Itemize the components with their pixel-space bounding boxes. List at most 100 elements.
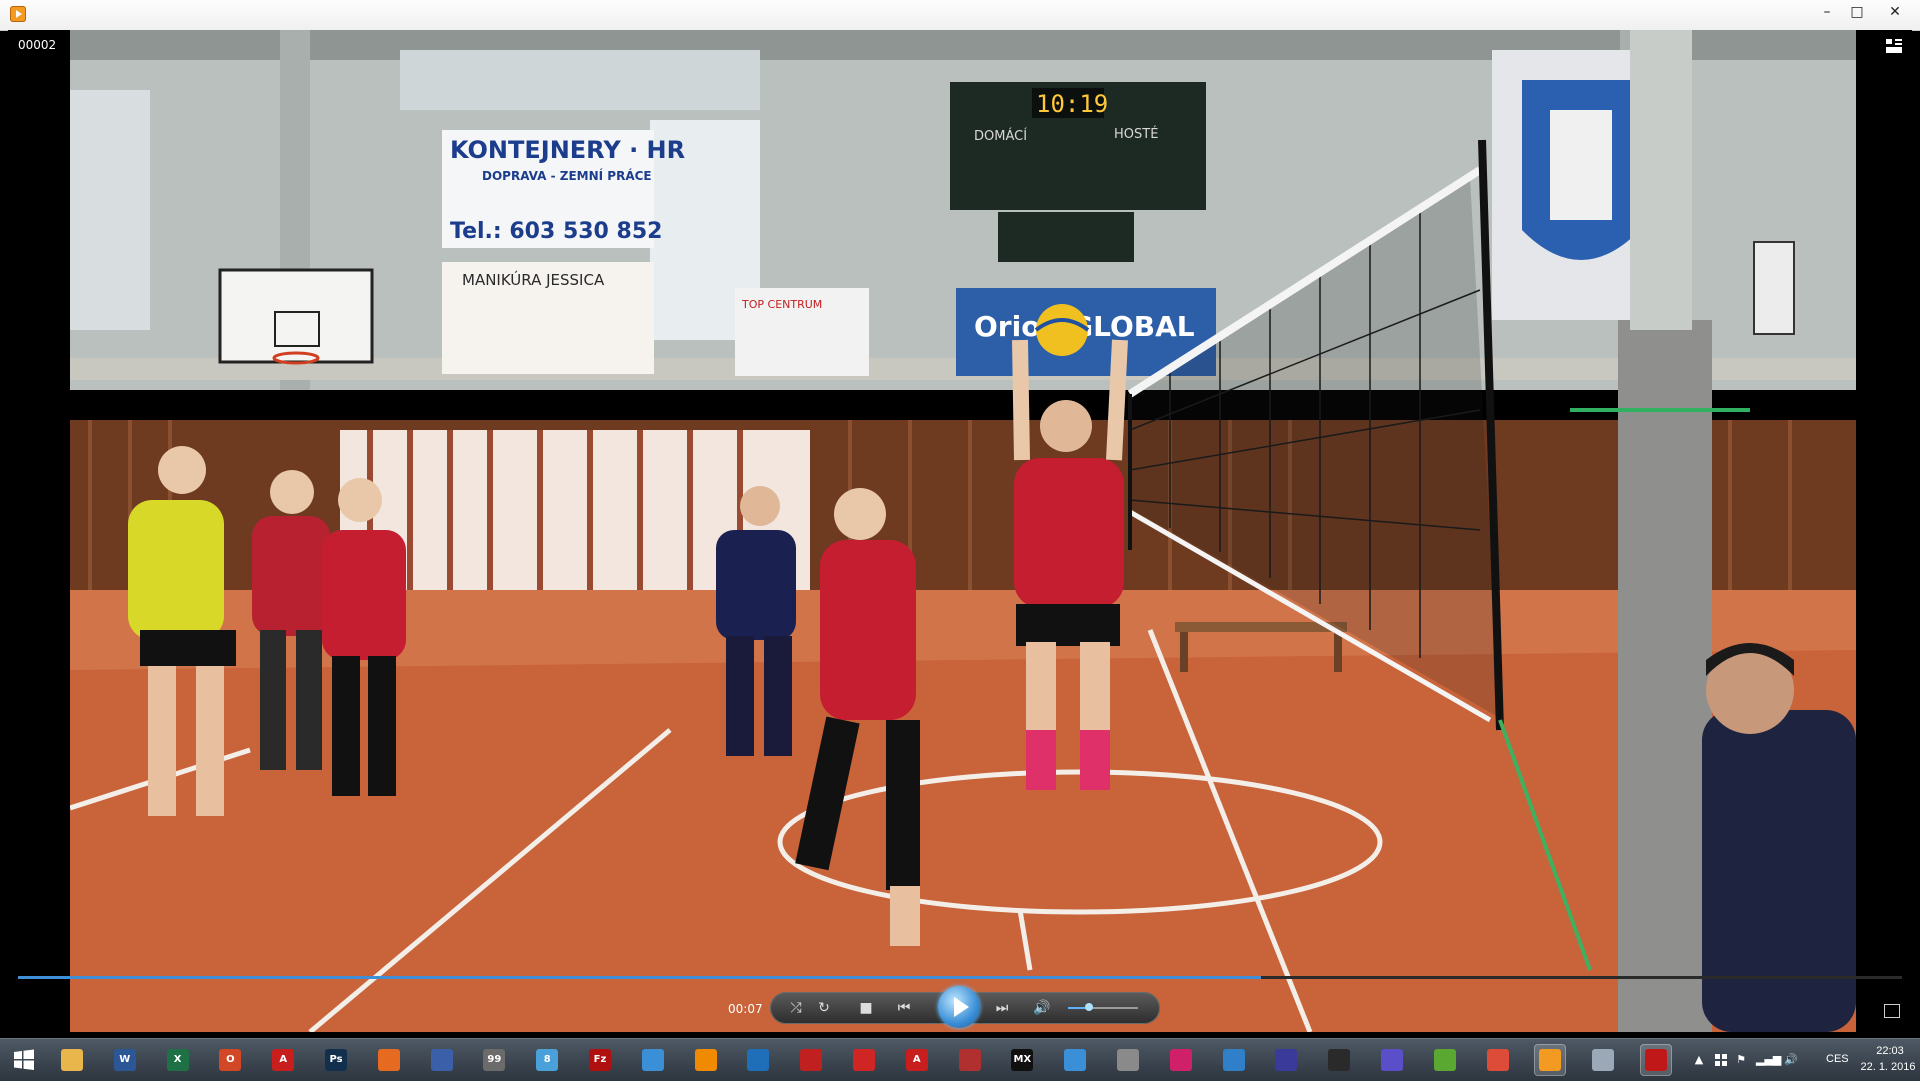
taskbar-paint-app-button[interactable] [1587,1044,1619,1076]
volume-slider-thumb[interactable] [1085,1003,1093,1011]
clock-date[interactable]: 22. 1. 2016 [1858,1061,1918,1073]
chrome-icon [1486,1049,1509,1071]
taskbar-acrobat-2-button[interactable]: A [901,1044,933,1076]
tray-windows-icon[interactable] [1714,1053,1728,1067]
shuffle-button[interactable]: ⤮ [786,998,806,1018]
capture-app-icon [1064,1049,1087,1071]
volleyball [1036,304,1088,356]
taskbar-office-app-button[interactable]: O [214,1044,246,1076]
control-bar: ⤮ ↻ ■ ⏮ ⏭ 🔊 [770,986,1160,1028]
taskbar-photoshop-button[interactable]: Ps [320,1044,352,1076]
taskbar-puzzle-app-button[interactable] [1323,1044,1355,1076]
tray-flag-icon[interactable]: ⚑ [1734,1053,1748,1067]
repeat-button[interactable]: ↻ [814,998,834,1018]
video-player[interactable]: KONTEJNERY · HR DOPRAVA - ZEMNÍ PRÁCE Te… [8,30,1912,1032]
taskbar-satellite-app-button[interactable] [1112,1044,1144,1076]
next-button[interactable]: ⏭ [992,998,1012,1018]
taskbar-firefox-button[interactable] [373,1044,405,1076]
taskbar-pdf-app-button[interactable] [1640,1044,1672,1076]
volume-icon[interactable]: 🔊 [1032,998,1052,1018]
taskbar-globe-app-button[interactable] [637,1044,669,1076]
taskbar-utorrent-button[interactable] [1429,1044,1461,1076]
globe-app-2-icon [1222,1049,1245,1071]
taskbar-mx-app-button[interactable]: MX [1006,1044,1038,1076]
taskbar-capture-app-button[interactable] [1059,1044,1091,1076]
taskbar-total-commander-button[interactable]: 99 [478,1044,510,1076]
scoreboard-time: 10:19 [1036,90,1108,118]
banner-manikura: MANIKÚRA JESSICA [462,270,605,289]
acrobat-icon: A [272,1049,295,1071]
taskbar-media-player-button[interactable] [1534,1044,1567,1076]
banner-phone: Tel.: 603 530 852 [450,219,662,244]
tv-app-icon [958,1049,981,1071]
vlc-icon [694,1049,717,1071]
volume-slider[interactable] [1068,1003,1138,1011]
total-commander-icon: 99 [483,1049,506,1071]
seek-bar[interactable] [18,976,1902,979]
banner-doprava: DOPRAVA - ZEMNÍ PRÁCE [482,168,652,183]
teamviewer-icon [747,1049,770,1071]
media-player-app-icon[interactable] [10,6,26,22]
taskbar: W X O A Ps 99 8 Fz A MX ▲ ⚑ ▂▄▆ 🔊 CES 22:03 22. 1… [0,1038,1920,1081]
tray-volume-icon[interactable]: 🔊 [1784,1053,1798,1067]
winamp-icon [1275,1049,1298,1071]
layout-toggle-icon[interactable] [1886,38,1902,54]
taskbar-globe-app-2-button[interactable] [1218,1044,1250,1076]
banner-top-centrum: TOP CENTRUM [741,298,822,311]
windows-logo-icon [14,1049,34,1070]
tray-chevron-icon[interactable]: ▲ [1692,1053,1706,1067]
system-tray: ▲ ⚑ ▂▄▆ 🔊 CES 22:03 22. 1. 2016 [1684,1039,1920,1081]
satellite-app-icon [1117,1049,1139,1071]
volleyball-app-2-icon [853,1049,875,1071]
seek-bar-fill [18,976,1262,979]
taskbar-save-app-button[interactable] [426,1044,458,1076]
paint-app-icon [1592,1049,1615,1071]
stop-button[interactable]: ■ [856,998,876,1018]
banner-kontejnery: KONTEJNERY · HR [450,136,685,164]
elapsed-time: 00:07 [728,1002,763,1016]
maximize-button[interactable]: □ [1840,0,1874,26]
word-icon: W [113,1049,136,1071]
previous-button[interactable]: ⏮ [894,998,914,1018]
taskbar-teamviewer-button[interactable] [742,1044,774,1076]
photoshop-icon: Ps [325,1049,347,1071]
taskbar-file-explorer-button[interactable] [56,1044,88,1076]
taskbar-winamp-button[interactable] [1270,1044,1302,1076]
input-language[interactable]: CES [1826,1053,1849,1065]
minimize-button[interactable]: – [1810,0,1844,26]
fullscreen-icon[interactable] [1884,1004,1900,1018]
file-explorer-icon [61,1049,83,1071]
clock-time[interactable]: 22:03 [1862,1045,1918,1057]
network-icon[interactable]: ▂▄▆ [1756,1053,1781,1067]
excel-icon: X [166,1049,189,1071]
taskbar-excel-button[interactable]: X [162,1044,194,1076]
volleyball-app-icon [800,1049,823,1071]
taskbar-win8-app-button[interactable]: 8 [531,1044,563,1076]
close-button[interactable]: ✕ [1878,0,1912,26]
taskbar-vlc-button[interactable] [690,1044,722,1076]
utorrent-icon [1433,1049,1456,1071]
start-button[interactable] [0,1039,48,1081]
win8-app-icon: 8 [536,1049,559,1071]
puzzle-app-icon [1328,1049,1351,1071]
mx-app-icon: MX [1011,1049,1034,1071]
frame-counter: 00002 [18,38,57,52]
taskbar-acrobat-button[interactable]: A [267,1044,299,1076]
pdf-app-icon [1645,1049,1667,1071]
play-button[interactable] [938,986,980,1028]
taskbar-tv-app-button[interactable] [954,1044,986,1076]
taskbar-lips-app-button[interactable] [1165,1044,1197,1076]
taskbar-settings-app-button[interactable] [1376,1044,1408,1076]
taskbar-filezilla-button[interactable]: Fz [584,1044,616,1076]
scoreboard-away: HOSTÉ [1114,126,1158,142]
taskbar-word-button[interactable]: W [109,1044,141,1076]
taskbar-volleyball-app-2-button[interactable] [848,1044,880,1076]
taskbar-volleyball-app-button[interactable] [795,1044,827,1076]
settings-app-icon [1381,1049,1403,1071]
media-player-icon [1539,1049,1562,1071]
scoreboard-home: DOMÁCÍ [974,128,1027,144]
taskbar-chrome-button[interactable] [1482,1044,1514,1076]
firefox-icon [377,1049,400,1071]
player-controls: 00:07 ⤮ ↻ ■ ⏮ ⏭ 🔊 [8,986,1912,1032]
video-frame[interactable]: KONTEJNERY · HR DOPRAVA - ZEMNÍ PRÁCE Te… [70,30,1856,1032]
